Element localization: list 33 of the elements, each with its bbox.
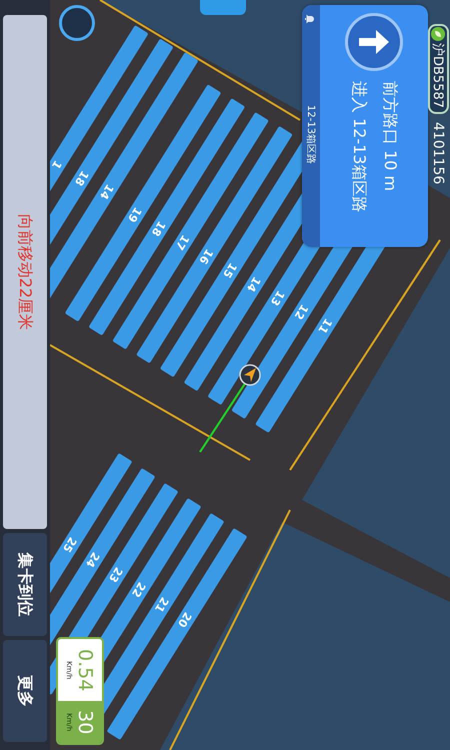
- bay-number: 15: [220, 260, 240, 280]
- leaf-icon: [432, 27, 446, 41]
- bay-number: 23: [106, 564, 126, 585]
- bay-number: 22: [129, 580, 148, 600]
- bay-number: 19: [125, 204, 144, 225]
- bay-number: 1: [50, 158, 64, 172]
- bay-number: 21: [152, 594, 172, 615]
- bay-number: 12: [292, 302, 311, 322]
- bay-number: 14: [97, 182, 116, 202]
- vehicle-icon: [239, 364, 261, 386]
- straight-arrow-icon: [357, 27, 391, 57]
- bay-number: 25: [60, 534, 80, 555]
- bay-number: 14: [244, 274, 264, 294]
- prompt-text: 向前移动22厘米: [16, 214, 36, 330]
- distance-text: 前方路口 10 m: [380, 81, 400, 194]
- bay-number: 24: [83, 550, 102, 570]
- route-line: [199, 381, 247, 453]
- action-button[interactable]: 更多: [3, 640, 47, 742]
- bay-number: 17: [172, 232, 192, 252]
- bell-icon[interactable]: [306, 13, 316, 25]
- speed-limit: 30: [76, 710, 94, 734]
- bay-number: 13: [268, 288, 287, 308]
- instruction-text: 进入 12-13箱区路: [349, 81, 369, 213]
- truck-id: 4101156: [430, 122, 446, 184]
- bay-number: 18: [72, 168, 92, 188]
- action-button[interactable]: 集卡到位: [3, 533, 47, 636]
- current-road: 12-13箱区路: [304, 105, 317, 164]
- current-speed: 0.54: [76, 649, 94, 692]
- bay-number: 18: [148, 218, 168, 239]
- bay-number: 16: [196, 246, 216, 266]
- bay-number: 11: [315, 316, 335, 336]
- bay-number: 20: [175, 610, 194, 630]
- plate-badge: 沪DB5587: [428, 24, 449, 114]
